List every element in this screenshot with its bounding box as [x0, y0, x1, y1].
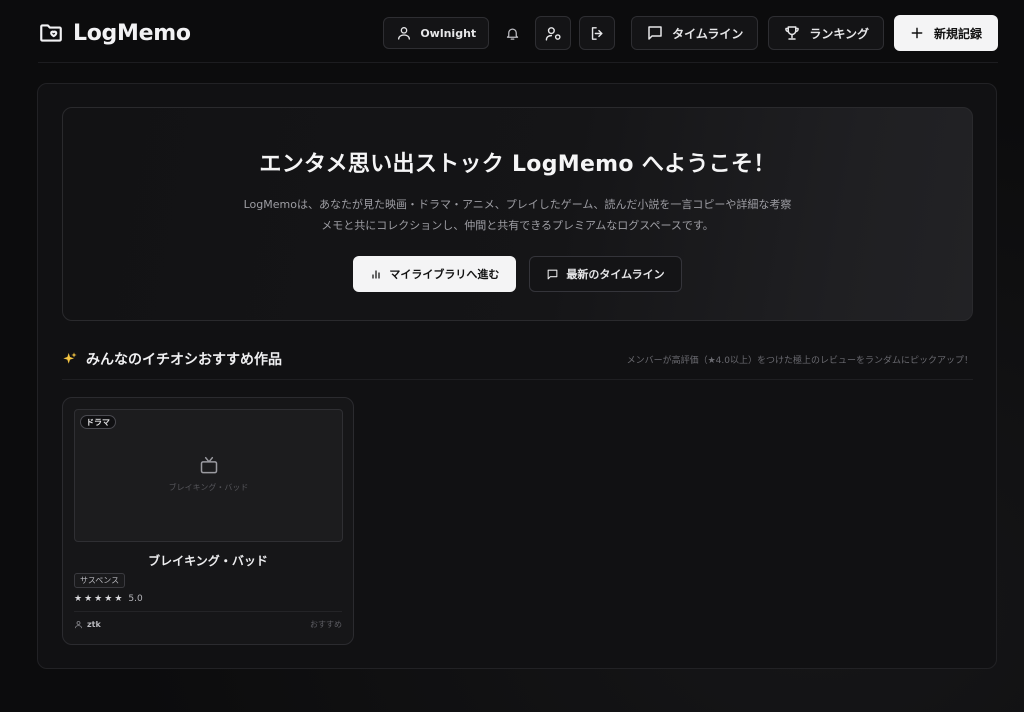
user-settings-button[interactable] — [535, 16, 572, 50]
hero-desc-line-1: LogMemoは、あなたが見た映画・ドラマ・アニメ、プレイしたゲーム、読んだ小説… — [243, 198, 792, 211]
user-icon — [75, 621, 82, 629]
ranking-nav-label: ランキング — [809, 26, 869, 41]
hero-description: LogMemoは、あなたが見た映画・ドラマ・アニメ、プレイしたゲーム、読んだ小説… — [218, 194, 818, 236]
rating-value: 5.0 — [128, 594, 143, 604]
new-record-button[interactable]: 新規記録 — [893, 15, 998, 51]
user-button[interactable]: Owlnight — [383, 17, 490, 49]
notification-button[interactable] — [497, 16, 527, 50]
trophy-icon — [785, 26, 800, 40]
star-icon: ★ — [104, 593, 113, 604]
header-actions: Owlnight タイムライン ランキング 新規記録 — [383, 15, 998, 51]
star-icon: ★ — [114, 593, 123, 604]
sparkles-icon — [63, 352, 77, 364]
logout-button[interactable] — [579, 16, 616, 50]
section-title: みんなのイチオシおすすめ作品 — [86, 352, 282, 368]
ranking-nav-button[interactable]: ランキング — [768, 16, 884, 50]
section-divider — [62, 379, 973, 380]
star-rating: ★ ★ ★ ★ ★ 5.0 — [74, 594, 143, 604]
hero-desc-line-2: メモと共にコレクションし、仲間と共有できるプレミアムなログスペースです。 — [321, 219, 714, 232]
message-square-icon — [648, 26, 662, 40]
header-divider — [38, 62, 998, 63]
timeline-nav-button[interactable]: タイムライン — [631, 16, 759, 50]
my-library-label: マイライブラリへ進む — [389, 268, 500, 281]
message-square-icon — [548, 269, 558, 279]
bar-chart-icon — [372, 270, 380, 279]
genre-badge: ドラマ — [80, 415, 116, 429]
category-tag: サスペンス — [74, 573, 126, 588]
logo-text: LogMemo — [73, 20, 191, 46]
user-settings-icon — [545, 26, 561, 41]
star-icon: ★ — [94, 593, 103, 604]
logo[interactable]: LogMemo — [38, 20, 191, 46]
user-name: Owlnight — [420, 26, 477, 40]
tv-icon — [200, 456, 218, 474]
star-icon: ★ — [84, 593, 93, 604]
card-footer: ztk おすすめ — [74, 619, 342, 630]
page: LogMemo Owlnight タイムライン ランキング 新規記録 エンタメ思… — [0, 0, 1024, 712]
hero-title: エンタメ思い出ストック LogMemo へようこそ！ — [259, 152, 776, 177]
card-divider — [74, 611, 342, 612]
recommend-section-header: みんなのイチオシおすすめ作品 メンバーが高評価（★4.0以上）をつけた極上のレビ… — [62, 347, 973, 371]
folder-heart-icon — [40, 24, 62, 42]
thumbnail-placeholder-text: ブレイキング・バッド — [168, 483, 249, 492]
card-title[interactable]: ブレイキング・バッド — [63, 552, 353, 569]
latest-timeline-button[interactable]: 最新のタイムライン — [529, 256, 682, 292]
plus-icon — [911, 27, 923, 39]
hero-actions: マイライブラリへ進む 最新のタイムライン — [63, 256, 972, 292]
card-thumbnail: ドラマ ブレイキング・バッド — [74, 409, 343, 542]
star-icon: ★ — [74, 593, 83, 604]
my-library-button[interactable]: マイライブラリへ進む — [353, 256, 517, 292]
bell-icon — [506, 28, 518, 40]
header: LogMemo Owlnight タイムライン ランキング 新規記録 — [38, 14, 998, 52]
new-record-label: 新規記録 — [933, 26, 982, 41]
recommend-label: おすすめ — [310, 620, 342, 629]
card-author[interactable]: ztk — [87, 620, 101, 629]
section-note: メンバーが高評価（★4.0以上）をつけた極上のレビューをランダムにピックアップ！ — [626, 355, 973, 366]
user-icon — [398, 27, 411, 40]
hero-panel: エンタメ思い出ストック LogMemo へようこそ！ LogMemoは、あなたが… — [62, 107, 973, 321]
main-container: エンタメ思い出ストック LogMemo へようこそ！ LogMemoは、あなたが… — [37, 83, 997, 669]
latest-timeline-label: 最新のタイムライン — [566, 268, 665, 281]
recommend-card[interactable]: ドラマ ブレイキング・バッド ブレイキング・バッド サスペンス ★ ★ ★ ★ … — [62, 397, 354, 645]
logout-icon — [591, 26, 603, 40]
timeline-nav-label: タイムライン — [672, 26, 744, 41]
